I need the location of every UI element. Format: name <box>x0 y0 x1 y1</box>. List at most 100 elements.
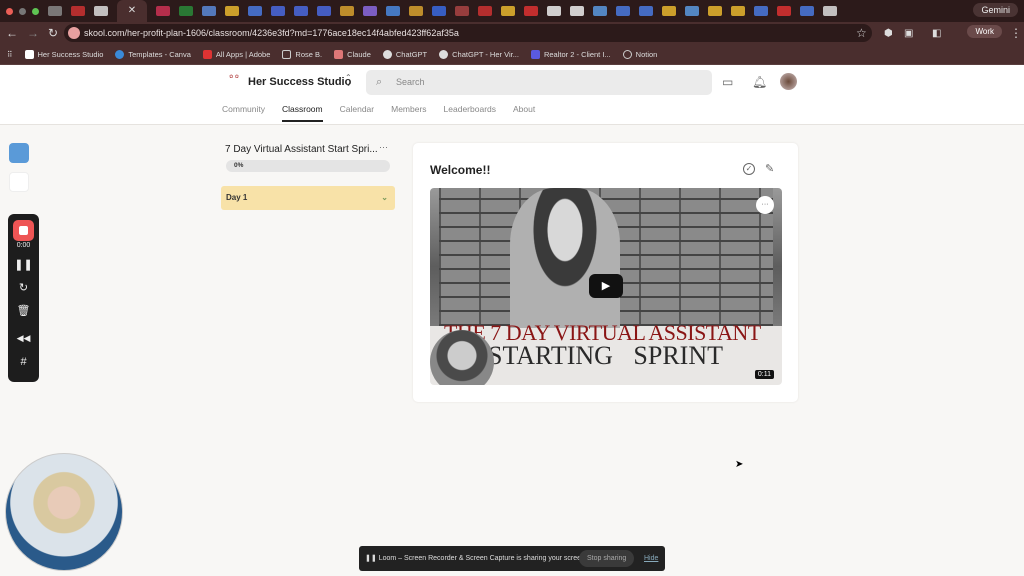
screen-share-bar: ❚❚ Loom – Screen Recorder & Screen Captu… <box>359 546 665 571</box>
module-title: Day 1 <box>226 193 248 202</box>
browser-tab[interactable] <box>685 6 699 16</box>
browser-tab[interactable] <box>777 6 791 16</box>
bookmark[interactable]: ChatGPT - Her Vir... <box>439 49 519 59</box>
edit-icon[interactable]: ✎ <box>765 162 774 175</box>
browser-tab[interactable] <box>800 6 814 16</box>
module-day-1[interactable]: Day 1 ⌄ <box>221 186 395 210</box>
forward-icon[interactable]: → <box>27 26 39 40</box>
browser-tab[interactable] <box>271 6 285 16</box>
maximize-window-button[interactable] <box>32 7 39 15</box>
bookmark[interactable]: All Apps | Adobe <box>202 49 270 59</box>
minimize-window-button[interactable] <box>19 7 26 15</box>
bookmark[interactable]: Templates - Canva <box>115 49 191 59</box>
mark-complete-icon[interactable]: ✓ <box>743 163 755 175</box>
video-presenter-image <box>510 188 620 328</box>
search-input[interactable]: ⌕ Search <box>366 70 712 95</box>
browser-tab[interactable] <box>48 6 62 16</box>
browser-tab[interactable] <box>754 6 768 16</box>
browser-tab[interactable] <box>71 6 85 16</box>
puzzle-icon[interactable]: ▣ <box>904 28 913 39</box>
restart-icon[interactable]: ↻ <box>8 281 39 294</box>
bell-icon[interactable]: 🔔︎ <box>752 75 767 89</box>
stop-recording-button[interactable] <box>13 220 34 241</box>
bookmark-folder[interactable]: Rose B. <box>282 49 322 59</box>
browser-tab[interactable] <box>363 6 377 16</box>
bookmark[interactable]: Notion <box>622 49 657 59</box>
close-window-button[interactable] <box>6 7 13 15</box>
course-more-icon[interactable]: ··· <box>379 142 388 152</box>
recording-timer: 0:00 <box>16 242 31 249</box>
trash-icon[interactable]: 🗑︎ <box>8 304 39 317</box>
browser-tab[interactable] <box>340 6 354 16</box>
stop-sharing-button[interactable]: Stop sharing <box>579 550 635 567</box>
browser-tab[interactable] <box>501 6 515 16</box>
browser-tab[interactable] <box>616 6 630 16</box>
browser-tab[interactable] <box>455 6 469 16</box>
gemini-button[interactable]: Gemini <box>973 3 1018 17</box>
tab-leaderboards[interactable]: Leaderboards <box>444 104 496 122</box>
community-app-icon[interactable] <box>9 172 29 192</box>
back-icon[interactable]: ← <box>6 26 18 40</box>
bookmark[interactable]: Claude <box>334 49 371 59</box>
avatar[interactable] <box>780 73 797 90</box>
grid-icon[interactable]: # <box>8 356 39 368</box>
tab-about[interactable]: About <box>513 104 535 122</box>
browser-tab[interactable] <box>547 6 561 16</box>
rewind-icon[interactable]: ◀◀ <box>8 333 39 344</box>
browser-tab[interactable] <box>409 6 423 16</box>
community-switcher-icon[interactable]: ⌃ ⌄ <box>345 74 352 88</box>
bookmark-star-icon[interactable]: ☆ <box>856 26 867 40</box>
browser-tab[interactable] <box>478 6 492 16</box>
browser-tab[interactable] <box>202 6 216 16</box>
site-header: ✿ ✿ Her Success Studio ⌃ ⌄ ⌕ Search ▭ 🔔︎ C… <box>0 65 1024 125</box>
bookmark[interactable]: ChatGPT <box>382 49 427 59</box>
extension-app-icon[interactable] <box>9 143 29 163</box>
sidepanel-icon[interactable]: ◧ <box>932 28 941 39</box>
apps-icon[interactable]: ⠿ <box>7 50 13 59</box>
chat-icon[interactable]: ▭ <box>722 75 733 89</box>
browser-tab[interactable] <box>432 6 446 16</box>
browser-tab[interactable] <box>731 6 745 16</box>
video-more-icon[interactable]: ··· <box>756 196 774 214</box>
browser-tab[interactable] <box>248 6 262 16</box>
browser-tab[interactable] <box>639 6 653 16</box>
browser-tab[interactable] <box>570 6 584 16</box>
url-bar[interactable]: skool.com/her-profit-plan-1606/classroom… <box>64 24 872 42</box>
tab-members[interactable]: Members <box>391 104 426 122</box>
browser-tab[interactable] <box>225 6 239 16</box>
browser-tab[interactable] <box>662 6 676 16</box>
lesson-card: Welcome!! ✓ ✎ ··· ▶ THE 7 DAY VIRTUAL AS… <box>413 143 798 402</box>
browser-tab[interactable] <box>823 6 837 16</box>
tab-classroom[interactable]: Classroom <box>281 104 323 122</box>
browser-tab[interactable] <box>317 6 331 16</box>
pause-icon[interactable]: ❚❚ <box>8 258 39 271</box>
browser-tab[interactable] <box>294 6 308 16</box>
address-toolbar: ← → ↻ skool.com/her-profit-plan-1606/cla… <box>0 22 1024 44</box>
url-text: skool.com/her-profit-plan-1606/classroom… <box>84 28 459 38</box>
search-icon: ⌕ <box>376 76 383 88</box>
extension-icon[interactable]: ⬢ <box>884 28 893 39</box>
browser-tab[interactable] <box>179 6 193 16</box>
community-name[interactable]: Her Success Studio <box>248 76 351 88</box>
video-duration: 0:11 <box>754 370 774 379</box>
play-icon[interactable]: ▶ <box>589 274 623 298</box>
bookmark[interactable]: Realtor 2 - Client I... <box>530 49 611 59</box>
video-player[interactable]: ··· ▶ THE 7 DAY VIRTUAL ASSISTANT STARTI… <box>430 188 782 385</box>
profile-button[interactable]: Work <box>967 25 1002 38</box>
browser-tab[interactable] <box>156 6 170 16</box>
browser-tab[interactable] <box>593 6 607 16</box>
bookmark[interactable]: Her Success Studio <box>24 49 103 59</box>
community-logo[interactable]: ✿ ✿ <box>224 74 244 90</box>
hide-button[interactable]: Hide <box>644 546 658 571</box>
browser-tab-active[interactable]: ✕ <box>117 0 147 22</box>
tab-calendar[interactable]: Calendar <box>340 104 375 122</box>
reload-icon[interactable]: ↻ <box>48 26 58 40</box>
browser-tab[interactable] <box>708 6 722 16</box>
webcam-bubble[interactable] <box>5 453 123 571</box>
tab-community[interactable]: Community <box>222 104 265 122</box>
pause-share-icon: ❚❚ <box>365 555 379 562</box>
browser-tab[interactable] <box>94 6 108 16</box>
menu-icon[interactable]: ⋮ <box>1010 26 1022 40</box>
browser-tab[interactable] <box>524 6 538 16</box>
browser-tab[interactable] <box>386 6 400 16</box>
